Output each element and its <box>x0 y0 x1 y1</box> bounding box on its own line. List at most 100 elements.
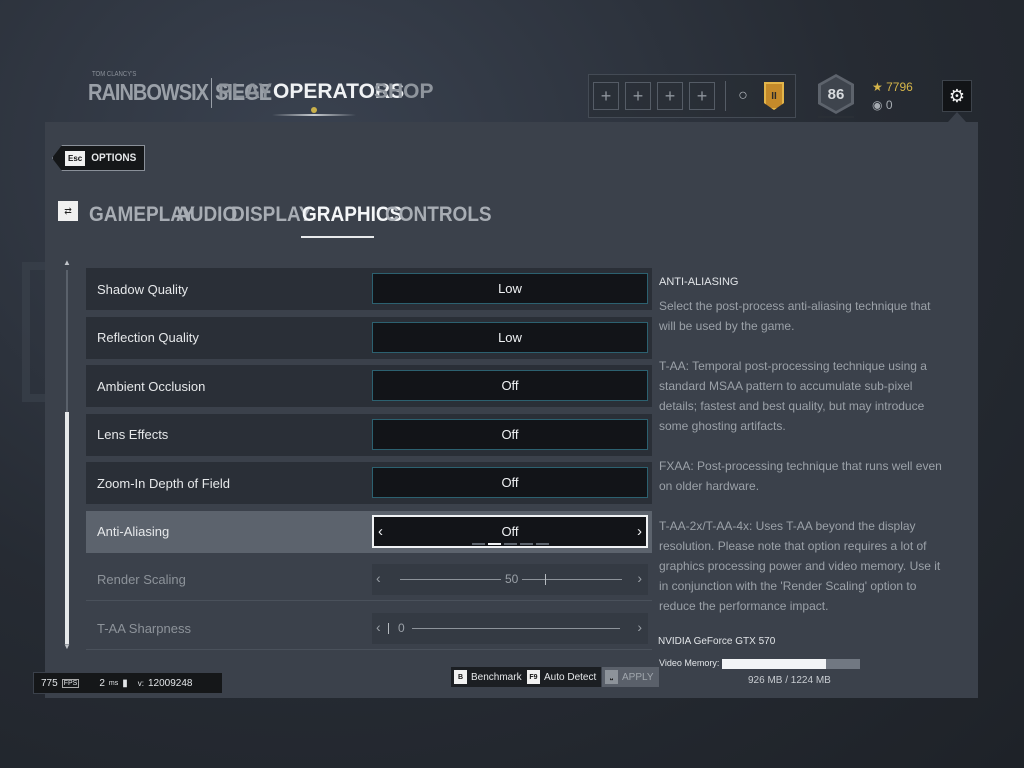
setting-value[interactable]: Low <box>372 273 648 304</box>
rank-badge-icon[interactable]: II <box>764 82 784 110</box>
setting-value[interactable]: Off <box>372 418 648 450</box>
r6-credits-icon: ◉ <box>872 98 883 112</box>
setting-value[interactable]: Off <box>372 467 648 498</box>
esc-key-icon: Esc <box>65 150 86 166</box>
chevron-right-icon: › <box>637 570 642 586</box>
setting-description: ANTI-ALIASING Select the post-process an… <box>659 272 943 636</box>
setting-row-anti-aliasing[interactable]: Anti-Aliasing ‹ Off › <box>86 510 652 553</box>
setting-row-taa-sharpness: T-AA Sharpness ‹ 0 › <box>86 608 652 650</box>
squad-slot-3[interactable]: + <box>657 82 683 110</box>
slider-value: 50 <box>501 572 523 586</box>
version-label: v: <box>137 678 144 688</box>
back-button[interactable]: Esc OPTIONS <box>52 145 146 171</box>
auto-detect-button[interactable]: F9 Auto Detect <box>524 667 602 687</box>
vram-bar <box>722 659 860 669</box>
settings-list: Shadow Quality Low Reflection Quality Lo… <box>86 268 652 656</box>
description-paragraph: T-AA-2x/T-AA-4x: Uses T-AA beyond the di… <box>659 519 941 613</box>
key-icon: B <box>454 670 467 684</box>
chevron-left-icon: ‹ <box>376 570 381 586</box>
slider-handle <box>545 574 546 585</box>
player-level-value: 86 <box>827 85 845 103</box>
description-paragraph: Select the post-process anti-aliasing te… <box>659 299 931 333</box>
signal-icon: ▮ <box>122 677 128 689</box>
performance-stats: 775 FPS 2 ms ▮ v: 12009248 <box>33 672 223 694</box>
description-paragraph: FXAA: Post-processing technique that run… <box>659 459 942 493</box>
key-icon: F9 <box>527 670 540 684</box>
setting-label: Zoom-In Depth of Field <box>97 475 230 491</box>
vram-usage-text: 926 MB / 1224 MB <box>748 675 831 686</box>
renown-value: 7796 <box>886 80 913 94</box>
setting-label: Lens Effects <box>97 427 169 442</box>
logo-small-text: TOM CLANCY'S <box>92 71 137 79</box>
r6-credits-value: 0 <box>885 98 893 112</box>
user-icon[interactable]: ○ <box>734 87 752 105</box>
button-label: APPLY <box>622 671 654 683</box>
gear-icon[interactable]: ⚙ <box>942 80 972 112</box>
player-level[interactable]: 86 <box>818 74 854 114</box>
nav-notification-dot <box>311 107 317 113</box>
setting-row-zoom-in-dof[interactable]: Zoom-In Depth of Field Off <box>86 462 652 504</box>
renown-icon: ★ <box>872 80 883 94</box>
button-label: Auto Detect <box>544 671 597 683</box>
currency-panel: ★ 7796 ◉ 0 <box>872 80 913 112</box>
option-dot <box>536 542 549 545</box>
setting-label: Shadow Quality <box>97 281 189 297</box>
key-icon: ⎵ <box>605 670 618 684</box>
squad-slot-1[interactable]: + <box>593 82 619 110</box>
setting-selector[interactable]: ‹ Off › <box>372 514 648 548</box>
option-dot <box>488 542 501 545</box>
slider-track <box>412 627 620 629</box>
level-progress-bar <box>818 116 854 118</box>
chevron-right-icon: › <box>637 618 642 635</box>
description-title: ANTI-ALIASING <box>659 276 739 288</box>
setting-row-ambient-occlusion[interactable]: Ambient Occlusion Off <box>86 365 652 407</box>
setting-row-reflection-quality[interactable]: Reflection Quality Low <box>86 316 652 359</box>
scroll-up-icon[interactable]: ▲ <box>62 258 72 267</box>
setting-row-render-scaling: Render Scaling ‹ 50 › <box>86 559 652 601</box>
setting-label: Anti-Aliasing <box>97 524 170 539</box>
gear-pointer <box>948 112 966 122</box>
benchmark-button[interactable]: B Benchmark <box>451 667 527 687</box>
slider-value: 0 <box>398 620 405 635</box>
tab-controls[interactable]: CONTROLS <box>385 203 492 228</box>
ping-value: 2 <box>99 677 105 689</box>
tab-audio[interactable]: AUDIO <box>176 203 237 228</box>
option-dot <box>504 542 517 545</box>
tab-active-underline <box>301 236 374 238</box>
ping-unit: ms <box>108 679 119 687</box>
fps-unit: FPS <box>61 678 80 688</box>
option-index-dots <box>472 542 549 545</box>
scroll-down-icon[interactable]: ▼ <box>62 642 72 651</box>
option-dot <box>520 542 533 545</box>
chevron-left-icon[interactable]: ‹ <box>378 523 383 540</box>
logo-text: RAINBOWSIX <box>88 79 209 106</box>
setting-value[interactable]: Off <box>372 370 648 401</box>
render-scaling-slider: ‹ 50 › <box>372 564 648 595</box>
taa-sharpness-slider: ‹ 0 › <box>372 612 648 644</box>
gpu-name: NVIDIA GeForce GTX 570 <box>658 636 776 647</box>
back-label: OPTIONS <box>91 151 137 165</box>
setting-label: Ambient Occlusion <box>97 378 206 394</box>
squad-slot-4[interactable]: + <box>689 82 715 110</box>
setting-row-shadow-quality[interactable]: Shadow Quality Low <box>86 268 652 310</box>
setting-label: T-AA Sharpness <box>97 620 191 636</box>
setting-value[interactable]: Low <box>372 321 648 353</box>
nav-shop[interactable]: SHOP <box>374 80 434 104</box>
squad-slot-2[interactable]: + <box>625 82 651 110</box>
prev-tab-key-icon[interactable]: ⇄ <box>58 201 78 221</box>
apply-button[interactable]: ⎵ APPLY <box>602 667 659 687</box>
setting-label: Reflection Quality <box>97 330 199 345</box>
option-dot <box>472 542 485 545</box>
setting-row-lens-effects[interactable]: Lens Effects Off <box>86 413 652 456</box>
nav-play[interactable]: PLAY <box>218 80 272 104</box>
version-value: 12009248 <box>147 677 193 689</box>
chevron-left-icon: ‹ <box>376 618 381 635</box>
button-label: Benchmark <box>471 671 522 683</box>
vram-label: Video Memory: <box>659 658 720 668</box>
fps-value: 775 <box>41 677 58 689</box>
chevron-right-icon[interactable]: › <box>637 523 642 540</box>
description-paragraph: T-AA: Temporal post-processing technique… <box>659 359 927 433</box>
setting-value: Off <box>501 523 519 539</box>
scrollbar-thumb[interactable] <box>65 412 69 644</box>
tab-display[interactable]: DISPLAY <box>231 203 312 228</box>
